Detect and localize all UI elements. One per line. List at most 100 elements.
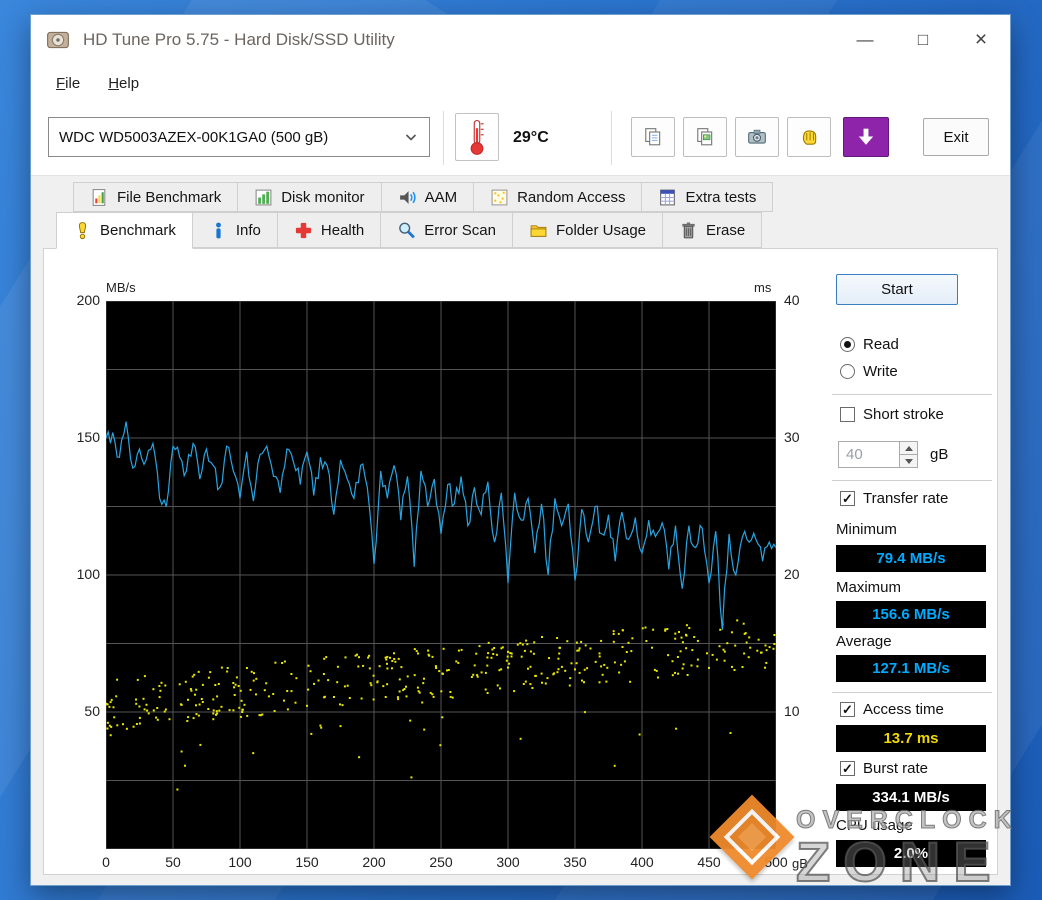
error-scan-icon xyxy=(399,222,416,238)
tab-row-bottom: Benchmark Info Health Error Scan Folder … xyxy=(56,212,1010,249)
transfer-rate-label: Transfer rate xyxy=(863,490,949,507)
drive-selector[interactable]: WDC WD5003AZEX-00K1GA0 (500 gB) xyxy=(48,117,430,157)
short-stroke-label: Short stroke xyxy=(863,406,944,423)
aam-icon xyxy=(399,190,416,204)
x-axis-tick: 250 xyxy=(429,854,453,870)
x-axis-tick: 350 xyxy=(563,854,587,870)
minimum-label: Minimum xyxy=(836,521,897,538)
read-radio[interactable] xyxy=(840,337,855,352)
tab-label: Benchmark xyxy=(100,222,176,239)
y-axis-tick-right: 30 xyxy=(784,429,800,445)
burst-rate-label: Burst rate xyxy=(863,760,929,777)
minimize-button[interactable]: — xyxy=(836,15,894,65)
average-label: Average xyxy=(836,633,892,650)
exit-button-label: Exit xyxy=(943,128,969,146)
y-axis-tick-left: 100 xyxy=(76,566,100,582)
menu-bar: File Help xyxy=(31,65,1010,101)
disk-monitor-icon xyxy=(255,189,272,205)
tab-info[interactable]: Info xyxy=(192,212,278,248)
short-stroke-value: 40 xyxy=(846,446,863,463)
copy-text-button[interactable] xyxy=(631,117,675,157)
x-axis-tick: 150 xyxy=(295,854,319,870)
exit-button[interactable]: Exit xyxy=(923,118,989,156)
benchmark-icon xyxy=(78,222,87,240)
tab-label: Random Access xyxy=(517,188,626,206)
write-radio-label: Write xyxy=(863,363,898,380)
average-value: 127.1 MB/s xyxy=(836,655,986,682)
drive-selector-value: WDC WD5003AZEX-00K1GA0 (500 gB) xyxy=(59,128,329,146)
separator xyxy=(832,692,992,694)
tab-file-benchmark[interactable]: File Benchmark xyxy=(73,182,239,212)
random-access-icon xyxy=(491,189,508,205)
camera-icon xyxy=(748,129,766,144)
health-icon xyxy=(295,222,312,238)
window-title: HD Tune Pro 5.75 - Hard Disk/SSD Utility xyxy=(83,30,395,49)
cpu-usage-label: CPU usage xyxy=(836,817,913,834)
title-bar: HD Tune Pro 5.75 - Hard Disk/SSD Utility… xyxy=(31,15,1010,65)
burst-rate-checkbox[interactable] xyxy=(840,761,855,776)
start-button[interactable]: Start xyxy=(836,274,958,305)
right-axis-title: ms xyxy=(754,280,772,295)
y-axis-tick-left: 200 xyxy=(76,292,100,308)
x-axis-tick: 50 xyxy=(165,854,181,870)
short-stroke-unit: gB xyxy=(930,446,949,463)
tab-health[interactable]: Health xyxy=(277,212,382,248)
transfer-rate-checkbox[interactable] xyxy=(840,491,855,506)
burst-rate-value: 334.1 MB/s xyxy=(836,784,986,811)
stepper-down-icon[interactable] xyxy=(900,455,918,468)
x-axis-tick: 0 xyxy=(102,854,110,870)
temperature-button[interactable] xyxy=(455,113,499,161)
download-arrow-icon xyxy=(858,128,874,145)
thermometer-icon xyxy=(470,119,484,155)
close-button[interactable]: × xyxy=(952,15,1010,65)
tab-label: Error Scan xyxy=(424,221,496,239)
tab-folder-usage[interactable]: Folder Usage xyxy=(512,212,664,248)
read-radio-label: Read xyxy=(863,336,899,353)
menu-help[interactable]: Help xyxy=(98,71,149,96)
tab-aam[interactable]: AAM xyxy=(381,182,475,212)
tab-benchmark[interactable]: Benchmark xyxy=(56,212,193,249)
x-axis-unit: gB xyxy=(792,856,808,871)
window-controls: — □ × xyxy=(836,15,1010,65)
menu-file[interactable]: File xyxy=(46,71,90,96)
benchmark-plot-area xyxy=(106,301,776,849)
screenshot-button[interactable] xyxy=(735,117,779,157)
access-time-checkbox[interactable] xyxy=(840,702,855,717)
tab-label: File Benchmark xyxy=(117,188,222,206)
short-stroke-size-input[interactable]: 40 xyxy=(838,441,900,468)
read-radio-row: Read xyxy=(840,336,899,353)
tab-disk-monitor[interactable]: Disk monitor xyxy=(238,182,382,212)
save-results-button[interactable] xyxy=(843,117,889,157)
tab-label: AAM xyxy=(424,188,458,206)
hd-tune-window: HD Tune Pro 5.75 - Hard Disk/SSD Utility… xyxy=(30,14,1011,886)
y-axis-tick-right: 20 xyxy=(784,566,800,582)
short-stroke-checkbox[interactable] xyxy=(840,407,855,422)
maximize-button[interactable]: □ xyxy=(894,15,952,65)
folder-icon xyxy=(530,224,547,237)
maximum-label: Maximum xyxy=(836,579,902,596)
info-icon xyxy=(215,222,221,238)
access-time-label: Access time xyxy=(863,701,944,718)
menu-file-label: File xyxy=(56,74,81,92)
donate-button[interactable] xyxy=(787,117,831,157)
y-axis-tick-right: 40 xyxy=(784,292,800,308)
tab-area: File Benchmark Disk monitor AAM Random A… xyxy=(31,176,1010,249)
tab-extra-tests[interactable]: Extra tests xyxy=(642,182,774,212)
access-time-row: Access time xyxy=(840,701,944,718)
separator xyxy=(832,480,992,482)
burst-rate-row: Burst rate xyxy=(840,760,928,777)
copy-image-button[interactable] xyxy=(683,117,727,157)
tab-row-top: File Benchmark Disk monitor AAM Random A… xyxy=(73,182,1010,212)
x-axis-tick: 300 xyxy=(496,854,520,870)
tab-label: Health xyxy=(320,221,365,239)
access-time-value: 13.7 ms xyxy=(836,725,986,752)
copy-icon xyxy=(645,128,661,146)
stepper-up-icon[interactable] xyxy=(900,441,918,455)
extra-tests-icon xyxy=(660,189,676,205)
tab-erase[interactable]: Erase xyxy=(663,212,763,248)
start-button-label: Start xyxy=(881,281,913,298)
tab-random-access[interactable]: Random Access xyxy=(474,182,643,212)
write-radio[interactable] xyxy=(840,364,855,379)
toolbar-separator xyxy=(611,111,612,165)
tab-error-scan[interactable]: Error Scan xyxy=(381,212,513,248)
